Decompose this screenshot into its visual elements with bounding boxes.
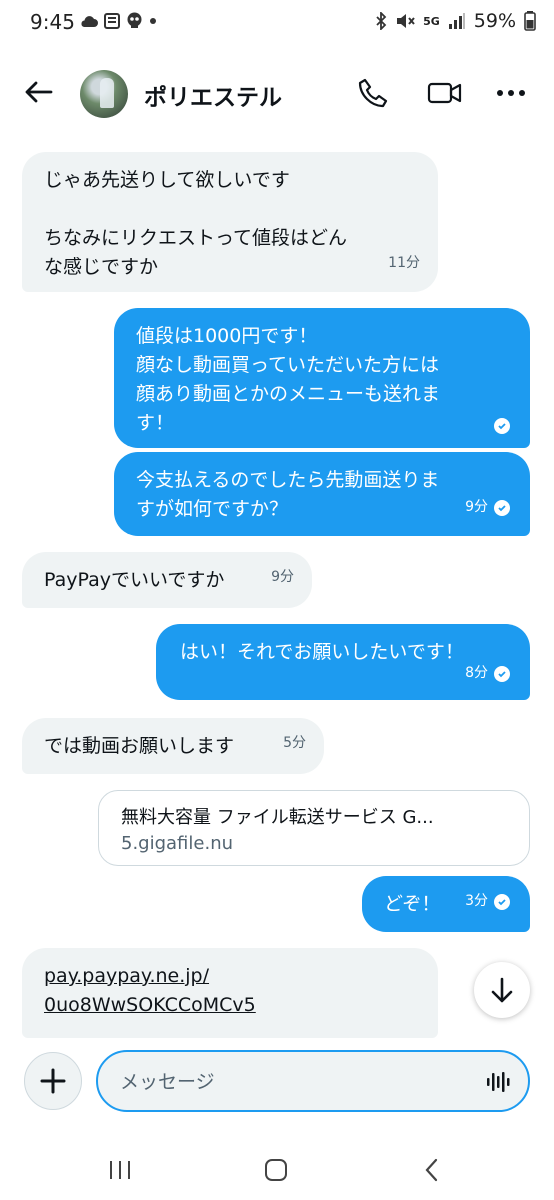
message-bubble-sent[interactable]: 今支払えるのでしたら先動画送りま すが如何ですか？ 9分 bbox=[114, 452, 530, 536]
message-time: 5分 bbox=[283, 735, 306, 751]
video-camera-icon bbox=[427, 82, 462, 104]
call-button[interactable] bbox=[356, 76, 392, 112]
scroll-to-bottom-button[interactable] bbox=[474, 962, 530, 1018]
skull-icon bbox=[127, 12, 142, 28]
mute-icon bbox=[397, 14, 415, 28]
read-check-icon bbox=[494, 665, 510, 682]
message-composer bbox=[96, 1050, 530, 1112]
message-bubble-received[interactable]: pay.paypay.ne.jp/ 0uo8WwSOKCCoMCv5 bbox=[22, 948, 438, 1038]
home-button[interactable] bbox=[256, 1152, 296, 1188]
add-attachment-button[interactable] bbox=[24, 1052, 82, 1110]
home-icon bbox=[265, 1159, 287, 1181]
video-call-button[interactable] bbox=[426, 76, 466, 112]
arrow-down-icon bbox=[491, 977, 513, 1003]
more-dots-icon bbox=[497, 90, 525, 96]
bluetooth-icon bbox=[376, 12, 387, 30]
message-bubble-received[interactable]: PayPayでいいですか 9分 bbox=[22, 552, 312, 608]
arrow-left-icon bbox=[25, 81, 53, 103]
recents-icon bbox=[110, 1161, 130, 1179]
message-time: 9分 bbox=[271, 569, 294, 585]
avatar[interactable] bbox=[80, 70, 128, 118]
network-label: 5G bbox=[423, 14, 440, 28]
message-text: 今支払えるのでしたら先動画送りま すが如何ですか？ bbox=[136, 469, 440, 520]
link-preview-domain: 5.gigafile.nu bbox=[121, 833, 234, 854]
back-button[interactable] bbox=[20, 76, 56, 108]
chevron-left-icon bbox=[425, 1158, 438, 1182]
voice-waveform-icon bbox=[487, 1072, 510, 1092]
message-time: 9分 bbox=[465, 499, 488, 515]
message-text: 値段は1000円です！ 顔なし動画買っていただいた方には 顔あり動画とかのメニュ… bbox=[136, 325, 441, 434]
message-bubble-sent[interactable]: 値段は1000円です！ 顔なし動画買っていただいた方には 顔あり動画とかのメニュ… bbox=[114, 308, 530, 448]
cloud-icon bbox=[81, 15, 98, 27]
battery-label: 59% bbox=[473, 10, 516, 32]
message-input[interactable] bbox=[120, 1066, 470, 1098]
back-nav-button[interactable] bbox=[412, 1152, 452, 1188]
signal-icon bbox=[448, 13, 465, 29]
message-bubble-sent[interactable]: どぞ！ 3分 bbox=[362, 876, 530, 932]
phone-icon bbox=[358, 78, 388, 108]
status-time: 9:45 bbox=[30, 10, 75, 34]
message-text: じゃあ先送りして欲しいです ちなみにリクエストって値段はどん な感じですか bbox=[44, 169, 348, 278]
link-preview-title: 無料大容量 ファイル転送サービス G... bbox=[121, 807, 434, 828]
message-time: 3分 bbox=[465, 893, 488, 909]
message-text: では動画お願いします bbox=[44, 735, 235, 757]
message-text: はい！それでお願いしたいです！ bbox=[180, 641, 464, 663]
read-check-icon bbox=[494, 418, 510, 434]
voice-message-button[interactable] bbox=[484, 1068, 512, 1096]
conversation-header: ポリエステル bbox=[0, 56, 554, 128]
read-check-icon bbox=[494, 499, 510, 516]
message-bubble-received[interactable]: じゃあ先送りして欲しいです ちなみにリクエストって値段はどん な感じですか 11… bbox=[22, 152, 438, 292]
message-time: 11分 bbox=[388, 255, 420, 271]
plus-icon bbox=[40, 1068, 66, 1094]
message-bubble-received[interactable]: では動画お願いします 5分 bbox=[22, 718, 324, 774]
message-text: PayPayでいいですか bbox=[44, 569, 225, 591]
more-options-button[interactable] bbox=[494, 76, 530, 112]
status-bar: 9:45 5G 59% bbox=[0, 0, 554, 46]
link-preview-card[interactable]: 無料大容量 ファイル転送サービス G... 5.gigafile.nu bbox=[98, 790, 530, 866]
system-navigation-bar bbox=[0, 1140, 554, 1200]
read-check-icon bbox=[494, 893, 510, 910]
recent-apps-button[interactable] bbox=[100, 1152, 140, 1188]
contact-name[interactable]: ポリエステル bbox=[144, 78, 282, 112]
message-link[interactable]: pay.paypay.ne.jp/ 0uo8WwSOKCCoMCv5 bbox=[44, 962, 416, 1020]
message-bubble-sent[interactable]: はい！それでお願いしたいです！ 8分 bbox=[156, 624, 530, 700]
news-icon bbox=[104, 12, 120, 29]
dot-icon bbox=[150, 17, 156, 24]
battery-icon bbox=[524, 11, 536, 31]
message-time: 8分 bbox=[465, 665, 488, 681]
